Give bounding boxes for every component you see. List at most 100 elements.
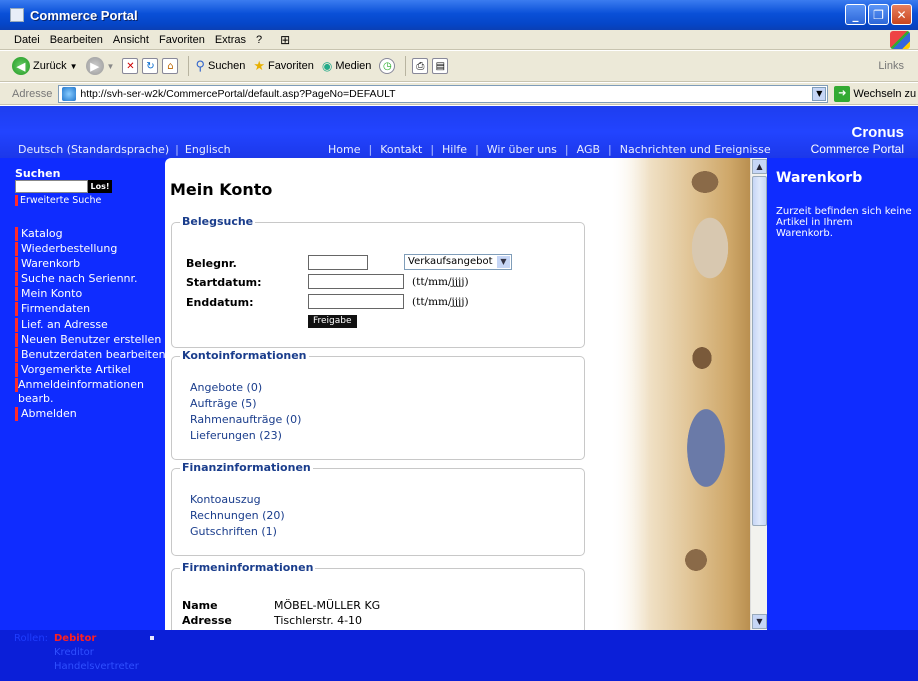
- close-button[interactable]: ✕: [891, 4, 912, 25]
- nav-kontakt-link[interactable]: Kontakt: [380, 143, 422, 156]
- belegsuche-section: Belegsuche Belegnr. Verkaufsangebot ▼ St…: [171, 215, 585, 348]
- enddatum-input[interactable]: [308, 294, 404, 309]
- belegsuche-legend: Belegsuche: [180, 215, 256, 228]
- menu-favoriten[interactable]: Favoriten: [159, 34, 205, 46]
- startdatum-input[interactable]: [308, 274, 404, 289]
- company-address-label: Adresse: [182, 614, 232, 627]
- chevron-down-icon: ▼: [497, 256, 510, 268]
- role-bullet-icon: [150, 636, 154, 640]
- startdatum-hint: (tt/mm/jjjj): [412, 276, 469, 288]
- firmeninformationen-section: Firmeninformationen Name MÖBEL-MÜLLER KG…: [171, 561, 585, 630]
- windows-logo-icon: [890, 31, 910, 49]
- address-label: Adresse: [12, 87, 53, 100]
- favorites-button[interactable]: ★ Favoriten: [253, 58, 314, 74]
- brand-subtitle: Commerce Portal: [810, 142, 904, 156]
- maximize-button[interactable]: ❐: [868, 4, 889, 25]
- sidebar-item-benutzerdaten[interactable]: Benutzerdaten bearbeiten: [15, 347, 165, 362]
- menu-bearbeiten[interactable]: Bearbeiten: [50, 34, 103, 46]
- menu-bar: Datei Bearbeiten Ansicht Favoriten Extra…: [0, 30, 918, 50]
- sidebar-item-vorgemerkt[interactable]: Vorgemerkte Artikel: [15, 362, 165, 377]
- nav-nachrichten-link[interactable]: Nachrichten und Ereignisse: [620, 143, 771, 156]
- home-icon[interactable]: ⌂: [162, 58, 179, 74]
- sidebar-item-anmeldeinfo[interactable]: Anmeldeinformationen bearb.: [0, 377, 165, 406]
- nav-home-link[interactable]: Home: [328, 143, 360, 156]
- sidebar-item-warenkorb[interactable]: Warenkorb: [15, 257, 165, 272]
- back-label: Zurück: [33, 60, 67, 72]
- role-debitor[interactable]: Debitor: [54, 633, 96, 644]
- advanced-search-link[interactable]: Erweiterte Suche: [15, 195, 102, 206]
- forward-arrow-icon: ▶: [85, 57, 104, 75]
- sidebar-item-firmendaten[interactable]: Firmendaten: [15, 302, 165, 317]
- role-kreditor[interactable]: Kreditor: [54, 647, 94, 658]
- refresh-icon[interactable]: ↻: [142, 58, 159, 74]
- ie-page-icon: [10, 8, 24, 22]
- enddatum-label: Enddatum:: [186, 296, 254, 309]
- company-address-value: Tischlerstr. 4-10: [274, 614, 363, 627]
- menu-extras[interactable]: Extras: [215, 34, 246, 46]
- address-url: http://svh-ser-w2k/CommercePortal/defaul…: [80, 87, 396, 100]
- cart-title: Warenkorb: [776, 170, 863, 186]
- sidebar-item-mein-konto[interactable]: Mein Konto: [15, 287, 165, 302]
- scroll-up-icon[interactable]: ▲: [752, 159, 767, 174]
- media-button[interactable]: ◉ Medien: [322, 59, 372, 73]
- address-input[interactable]: http://svh-ser-w2k/CommercePortal/defaul…: [58, 84, 829, 103]
- toolbar-separator: [188, 56, 190, 76]
- belegnr-input[interactable]: [308, 255, 368, 270]
- content-scrollbar[interactable]: ▲ ▼: [750, 158, 767, 630]
- finanzinformationen-section: Finanzinformationen Kontoauszug Rechnung…: [171, 461, 585, 556]
- kontoinformationen-legend: Kontoinformationen: [180, 349, 309, 362]
- menu-help[interactable]: ?: [256, 34, 262, 46]
- history-icon[interactable]: ◷: [379, 58, 396, 74]
- enddatum-hint: (tt/mm/jjjj): [412, 296, 469, 308]
- web-page: Deutsch (Standardsprache) | Englisch Home |…: [0, 106, 918, 681]
- go-arrow-icon: ➜: [834, 85, 851, 102]
- sidebar-item-abmelden[interactable]: Abmelden: [15, 407, 165, 422]
- magnifier-icon: ⚲: [195, 58, 205, 73]
- scroll-thumb[interactable]: [752, 176, 767, 526]
- auftraege-link[interactable]: Aufträge (5): [190, 397, 257, 410]
- go-button[interactable]: ➜ Wechseln zu: [834, 85, 916, 102]
- nav-wir-ueber-uns-link[interactable]: Wir über uns: [487, 143, 557, 156]
- rahmenauftraege-link[interactable]: Rahmenaufträge (0): [190, 413, 301, 426]
- angebote-link[interactable]: Angebote (0): [190, 381, 262, 394]
- company-name-label: Name: [182, 599, 218, 612]
- lieferungen-link[interactable]: Lieferungen (23): [190, 429, 282, 442]
- rechnungen-link[interactable]: Rechnungen (20): [190, 509, 285, 522]
- freigabe-button[interactable]: Freigabe: [308, 315, 357, 328]
- belegnr-label: Belegnr.: [186, 257, 237, 270]
- cart-panel: Warenkorb Zurzeit befinden sich keine Ar…: [767, 158, 918, 630]
- lang-englisch-link[interactable]: Englisch: [185, 143, 231, 156]
- window-titlebar: Commerce Portal _ ❐ ✕: [0, 0, 918, 30]
- edit-icon[interactable]: ▤: [432, 58, 449, 74]
- menu-datei[interactable]: Datei: [14, 34, 40, 46]
- print-icon[interactable]: ⎙: [412, 58, 429, 74]
- stop-icon[interactable]: ✕: [122, 58, 139, 74]
- menu-ansicht[interactable]: Ansicht: [113, 34, 149, 46]
- doc-type-select[interactable]: Verkaufsangebot ▼: [404, 254, 512, 270]
- minimize-button[interactable]: _: [845, 4, 866, 25]
- sidebar-item-wiederbestellung[interactable]: Wiederbestellung: [15, 242, 165, 257]
- back-button[interactable]: ◀ Zurück ▼: [12, 57, 78, 75]
- sidebar-search-button[interactable]: Los!: [88, 180, 112, 193]
- nav-hilfe-link[interactable]: Hilfe: [442, 143, 467, 156]
- gutschriften-link[interactable]: Gutschriften (1): [190, 525, 277, 538]
- sidebar-search-input[interactable]: [15, 180, 88, 193]
- nav-agb-link[interactable]: AGB: [577, 143, 600, 156]
- sidebar-item-lief-adresse[interactable]: Lief. an Adresse: [15, 317, 165, 332]
- links-label[interactable]: Links: [878, 60, 904, 72]
- role-handelsvertreter[interactable]: Handelsvertreter: [54, 661, 139, 672]
- company-name-value: MÖBEL-MÜLLER KG: [274, 599, 381, 612]
- search-button[interactable]: ⚲ Suchen: [195, 58, 245, 74]
- toolbar-separator: [405, 56, 407, 76]
- sidebar-item-seriennr[interactable]: Suche nach Seriennr.: [15, 272, 165, 287]
- sidebar-item-neuer-benutzer[interactable]: Neuen Benutzer erstellen: [15, 332, 165, 347]
- kontoauszug-link[interactable]: Kontoauszug: [190, 493, 261, 506]
- lang-deutsch-link[interactable]: Deutsch (Standardsprache): [18, 143, 169, 156]
- page-header: Deutsch (Standardsprache) | Englisch Home |…: [0, 106, 918, 158]
- forward-button[interactable]: ▶ ▼: [85, 57, 114, 75]
- standard-toolbar: ◀ Zurück ▼ ▶ ▼ ✕ ↻ ⌂ ⚲ Suchen ★ Favorite…: [0, 51, 918, 82]
- sidebar-nav: Katalog Wiederbestellung Warenkorb Suche…: [0, 227, 165, 422]
- sidebar-item-katalog[interactable]: Katalog: [15, 227, 165, 241]
- chevron-down-icon[interactable]: ▼: [812, 86, 827, 101]
- scroll-down-icon[interactable]: ▼: [752, 614, 767, 629]
